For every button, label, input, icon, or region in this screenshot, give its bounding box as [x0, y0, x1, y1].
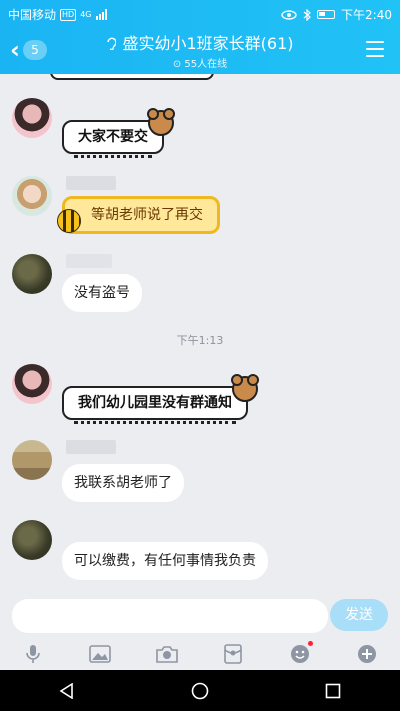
hd-badge: HD — [60, 8, 77, 21]
message-text: 可以缴费，有任何事情我负责 — [74, 553, 256, 569]
title-area[interactable]: 盛实幼小1班家长群(61) ⊙ 55人在线 — [60, 34, 340, 70]
input-toolbar — [0, 638, 400, 670]
message-text: 没有盗号 — [74, 285, 130, 301]
eye-icon — [281, 9, 297, 20]
message-text: 大家不要交 — [78, 129, 148, 145]
avatar[interactable] — [12, 520, 52, 560]
message-text: 我们幼儿园里没有群通知 — [78, 395, 232, 411]
signal-icon — [95, 9, 107, 20]
menu-line — [366, 55, 384, 57]
bubble-decoration — [74, 155, 152, 158]
nav-home-button[interactable] — [180, 671, 220, 711]
message-text: 等胡老师说了再交 — [91, 207, 203, 223]
group-title: 盛实幼小1班家长群(61) — [122, 34, 294, 53]
clock: 下午2:40 — [341, 8, 392, 22]
sender-name-blurred — [66, 176, 116, 190]
microphone-icon[interactable] — [19, 640, 47, 668]
circle-home-icon — [191, 682, 209, 699]
comic-bubble[interactable]: 我们幼儿园里没有群通知 — [62, 374, 259, 424]
carrier-name: 中国移动 — [8, 8, 57, 22]
system-nav-bar — [0, 670, 400, 711]
sender-name-blurred — [66, 440, 116, 454]
battery-icon — [317, 10, 336, 19]
bear-sticker-icon — [231, 374, 259, 402]
red-packet-icon[interactable] — [219, 640, 247, 668]
comic-bubble[interactable]: 大家不要交 — [62, 108, 175, 158]
menu-button[interactable] — [366, 41, 384, 62]
chevron-left-icon: ‹ — [10, 36, 20, 64]
emoji-icon[interactable] — [286, 640, 314, 668]
chat-bubble[interactable]: 可以缴费，有任何事情我负责 — [62, 542, 268, 580]
bluetooth-icon — [303, 8, 311, 21]
nav-recents-button[interactable] — [313, 671, 353, 711]
notification-dot — [307, 641, 313, 646]
sender-name-blurred — [66, 254, 112, 268]
avatar[interactable] — [12, 254, 52, 294]
unread-count-badge: 5 — [22, 40, 47, 60]
status-left: 中国移动 HD 4G — [8, 6, 107, 23]
message-input[interactable] — [12, 599, 328, 633]
message-list[interactable]: 大家不要交 等胡老师说了再交 没有盗号 下午1:13 我们幼儿园里没有群通知 我… — [0, 74, 400, 590]
plus-icon[interactable] — [353, 640, 381, 668]
bubble-decoration — [74, 421, 236, 424]
previous-bubble-edge — [50, 74, 214, 80]
camera-icon[interactable] — [153, 640, 181, 668]
earpiece-icon — [107, 37, 118, 51]
online-check-icon: ⊙ — [172, 59, 182, 70]
image-icon[interactable] — [86, 640, 114, 668]
chat-bubble[interactable]: 没有盗号 — [62, 274, 142, 312]
menu-line — [366, 41, 384, 43]
message-text: 我联系胡老师了 — [74, 475, 172, 491]
status-bar: 中国移动 HD 4G 下午2:40 — [0, 0, 400, 28]
avatar[interactable] — [12, 176, 52, 216]
online-count: 55人在线 — [184, 59, 228, 70]
avatar[interactable] — [12, 364, 52, 404]
nav-back-button[interactable] — [47, 671, 87, 711]
bee-sticker-icon — [57, 209, 81, 233]
avatar[interactable] — [12, 98, 52, 138]
send-button[interactable]: 发送 — [330, 599, 388, 631]
status-right: 下午2:40 — [281, 6, 392, 23]
online-status: ⊙ 55人在线 — [60, 55, 340, 70]
honey-bubble[interactable]: 等胡老师说了再交 — [57, 196, 220, 234]
chat-bubble[interactable]: 我联系胡老师了 — [62, 464, 184, 502]
group-title-row: 盛实幼小1班家长群(61) — [60, 34, 340, 54]
back-button[interactable]: ‹ 5 — [10, 38, 47, 62]
triangle-back-icon — [59, 682, 73, 699]
avatar[interactable] — [12, 440, 52, 480]
square-recents-icon — [326, 683, 341, 698]
menu-line — [366, 48, 384, 50]
network-type: 4G — [80, 10, 92, 19]
bear-sticker-icon — [147, 108, 175, 136]
input-bar: 发送 — [0, 590, 400, 670]
chat-header: ‹ 5 盛实幼小1班家长群(61) ⊙ 55人在线 — [0, 28, 400, 74]
timestamp: 下午1:13 — [176, 334, 224, 347]
